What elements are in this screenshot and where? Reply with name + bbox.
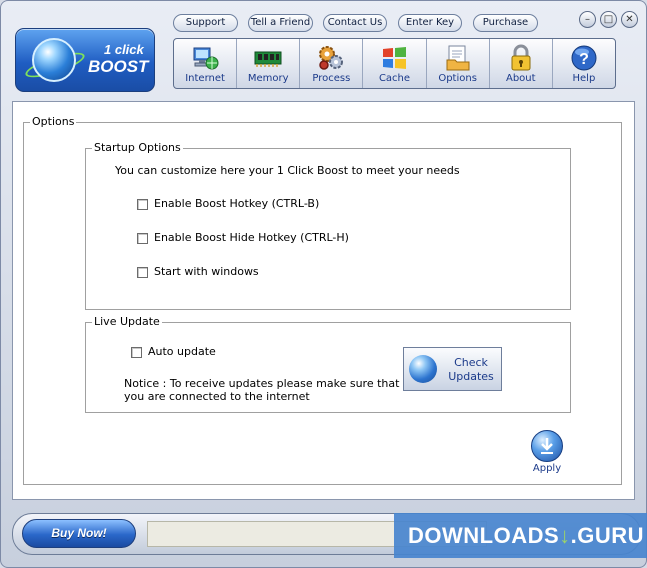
boost-hotkey-label[interactable]: Enable Boost Hotkey (CTRL-B): [154, 197, 319, 210]
toolbar-cache-button[interactable]: Cache: [363, 39, 427, 88]
startup-options-title: Startup Options: [92, 141, 183, 154]
svg-text:?: ?: [579, 51, 589, 68]
options-group-title: Options: [30, 115, 77, 128]
toolbar-options-label: Options: [438, 73, 477, 84]
toolbar-about-button[interactable]: About: [490, 39, 553, 88]
toolbar-memory-button[interactable]: Memory: [237, 39, 301, 88]
support-link[interactable]: Support: [173, 14, 238, 32]
hide-hotkey-checkbox[interactable]: [137, 233, 148, 244]
notice-line1: Notice : To receive updates please make …: [124, 377, 400, 390]
toolbar-help-button[interactable]: ? Help: [553, 39, 615, 88]
buy-now-button[interactable]: Buy Now!: [22, 519, 136, 548]
check-updates-label-line1: Check: [454, 356, 488, 369]
downloads-guru-watermark: DOWNLOADS↓.GURU: [394, 513, 647, 558]
toolbar-memory-label: Memory: [247, 73, 289, 84]
minimize-icon[interactable]: –: [579, 11, 596, 28]
check-updates-label-line2: Updates: [448, 370, 494, 383]
toolbar-help-label: Help: [572, 73, 596, 84]
update-globe-icon: [409, 355, 437, 383]
toolbar-internet-button[interactable]: Internet: [174, 39, 238, 88]
startup-description: You can customize here your 1 Click Boos…: [115, 164, 460, 177]
boost-hotkey-checkbox[interactable]: [137, 199, 148, 210]
logo-text-bottom: BOOST: [88, 57, 149, 76]
apply-label[interactable]: Apply: [529, 463, 565, 474]
watermark-arrow-icon: ↓: [559, 523, 571, 548]
hide-hotkey-label[interactable]: Enable Boost Hide Hotkey (CTRL-H): [154, 231, 349, 244]
watermark-suffix: .GURU: [570, 523, 645, 548]
tell-a-friend-link[interactable]: Tell a Friend: [248, 14, 313, 32]
toolbar-process-label: Process: [312, 73, 351, 84]
help-question-icon: ?: [571, 45, 597, 71]
windows-flag-icon: [383, 47, 407, 69]
maximize-icon[interactable]: □: [600, 11, 617, 28]
memory-chip-icon: [254, 51, 282, 67]
auto-update-label[interactable]: Auto update: [148, 345, 216, 358]
main-toolbar: Internet Memory Process Cache Options Ab…: [173, 38, 616, 89]
watermark-text: DOWNLOADS: [408, 523, 560, 548]
toolbar-internet-label: Internet: [185, 73, 225, 84]
enter-key-link[interactable]: Enter Key: [398, 14, 462, 32]
download-arrow-icon: [541, 438, 553, 454]
contact-us-link[interactable]: Contact Us: [323, 14, 387, 32]
main-panel: Options Startup Options You can customiz…: [12, 101, 635, 500]
options-folder-icon: [446, 45, 470, 71]
notice-line2: you are connected to the internet: [124, 390, 310, 403]
app-logo: 1 click BOOST: [15, 28, 155, 92]
gears-icon: [319, 46, 344, 70]
toolbar-options-button[interactable]: Options: [427, 39, 490, 88]
toolbar-process-button[interactable]: Process: [300, 39, 364, 88]
lock-icon: [511, 44, 531, 71]
network-computer-icon: [193, 47, 219, 70]
auto-update-checkbox[interactable]: [131, 347, 142, 358]
start-with-windows-label[interactable]: Start with windows: [154, 265, 259, 278]
toolbar-about-label: About: [505, 73, 536, 84]
apply-button[interactable]: [531, 430, 563, 462]
live-update-title: Live Update: [92, 315, 162, 328]
check-updates-button[interactable]: Check Updates: [403, 347, 502, 391]
purchase-link[interactable]: Purchase: [473, 14, 538, 32]
logo-globe-icon: [32, 38, 76, 82]
close-icon[interactable]: ✕: [621, 11, 638, 28]
toolbar-cache-label: Cache: [378, 73, 411, 84]
logo-text-top: 1 click: [104, 42, 144, 57]
start-with-windows-checkbox[interactable]: [137, 267, 148, 278]
